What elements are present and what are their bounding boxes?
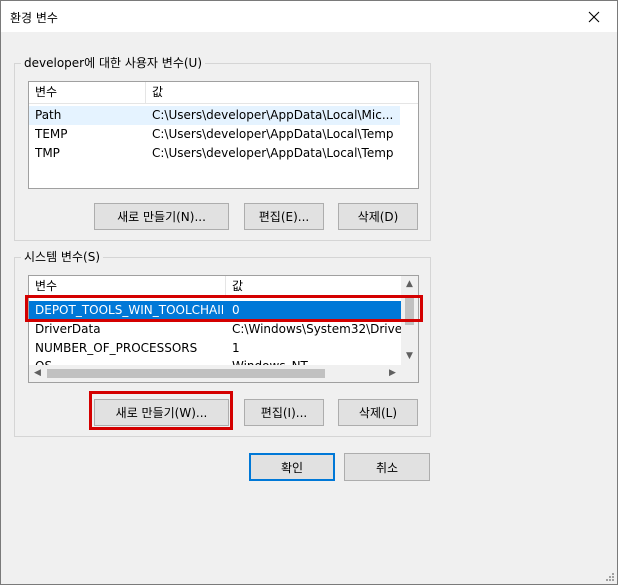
variable-value: 1 (232, 341, 240, 355)
cancel-button[interactable]: 취소 (344, 453, 430, 481)
column-header-value[interactable]: 값 (146, 82, 418, 104)
variable-value: C:\Users\developer\AppData\Local\Temp (152, 146, 394, 160)
list-item[interactable]: NUMBER_OF_PROCESSORS 1 (29, 339, 401, 358)
title-bar: 환경 변수 (1, 1, 617, 32)
system-variables-list[interactable]: 변수 값 DEPOT_TOOLS_WIN_TOOLCHAIN 0 DriverD… (28, 275, 419, 383)
system-variables-label: 시스템 변수(S) (21, 250, 103, 264)
user-variables-list[interactable]: 변수 값 Path C:\Users\developer\AppData\Loc… (28, 81, 419, 189)
system-edit-button[interactable]: 편집(I)... (244, 399, 324, 426)
system-variables-group: 시스템 변수(S) 변수 값 DEPOT_TOOLS_WIN_TOOLCHAIN… (14, 250, 431, 437)
list-item[interactable]: Path C:\Users\developer\AppData\Local\Mi… (29, 106, 400, 125)
list-item[interactable]: TEMP C:\Users\developer\AppData\Local\Te… (29, 125, 418, 144)
list-header: 변수 값 (29, 82, 418, 104)
user-edit-button[interactable]: 편집(E)... (244, 203, 324, 230)
variable-name: TMP (35, 146, 60, 160)
resize-grip-icon[interactable] (605, 572, 615, 582)
window-title: 환경 변수 (10, 11, 58, 25)
system-delete-button[interactable]: 삭제(L) (338, 399, 418, 426)
vertical-scroll-thumb[interactable] (405, 295, 414, 325)
close-button[interactable] (571, 1, 617, 32)
user-new-button[interactable]: 새로 만들기(N)... (94, 203, 229, 230)
scrollbar-corner (401, 365, 418, 382)
environment-variables-dialog: 환경 변수 developer에 대한 사용자 변수(U) 변수 값 Path … (0, 0, 618, 585)
variable-value: 0 (232, 303, 240, 317)
scroll-right-icon[interactable]: ▶ (384, 365, 401, 382)
horizontal-scroll-thumb[interactable] (47, 369, 325, 378)
column-header-variable[interactable]: 변수 (29, 82, 146, 104)
vertical-scrollbar[interactable]: ▲ ▼ (401, 276, 418, 365)
list-item-selected[interactable]: DEPOT_TOOLS_WIN_TOOLCHAIN 0 (29, 301, 401, 320)
variable-value: C:\Users\developer\AppData\Local\Mic... (152, 108, 394, 122)
user-variables-label: developer에 대한 사용자 변수(U) (21, 56, 206, 70)
column-header-variable[interactable]: 변수 (29, 276, 226, 298)
close-icon (588, 11, 600, 22)
user-variables-group: developer에 대한 사용자 변수(U) 변수 값 Path C:\Use… (14, 56, 431, 241)
variable-name: TEMP (35, 127, 68, 141)
scroll-down-icon[interactable]: ▼ (401, 348, 418, 365)
user-delete-button[interactable]: 삭제(D) (338, 203, 418, 230)
scroll-up-icon[interactable]: ▲ (401, 276, 418, 293)
scroll-left-icon[interactable]: ◀ (29, 365, 46, 382)
ok-button[interactable]: 확인 (249, 453, 335, 481)
list-item[interactable]: DriverData C:\Windows\System32\Drive (29, 320, 401, 339)
variable-name: NUMBER_OF_PROCESSORS (35, 341, 198, 355)
column-header-value[interactable]: 값 (226, 276, 401, 298)
variable-name: Path (35, 108, 62, 122)
variable-name: DriverData (35, 322, 101, 336)
horizontal-scrollbar[interactable]: ◀ ▶ (29, 365, 401, 382)
list-item[interactable]: TMP C:\Users\developer\AppData\Local\Tem… (29, 144, 418, 163)
variable-name: DEPOT_TOOLS_WIN_TOOLCHAIN (35, 303, 223, 317)
list-header: 변수 값 (29, 276, 401, 298)
variable-value: C:\Windows\System32\Drive (232, 322, 401, 336)
system-new-button[interactable]: 새로 만들기(W)... (94, 399, 229, 426)
variable-value: C:\Users\developer\AppData\Local\Temp (152, 127, 394, 141)
